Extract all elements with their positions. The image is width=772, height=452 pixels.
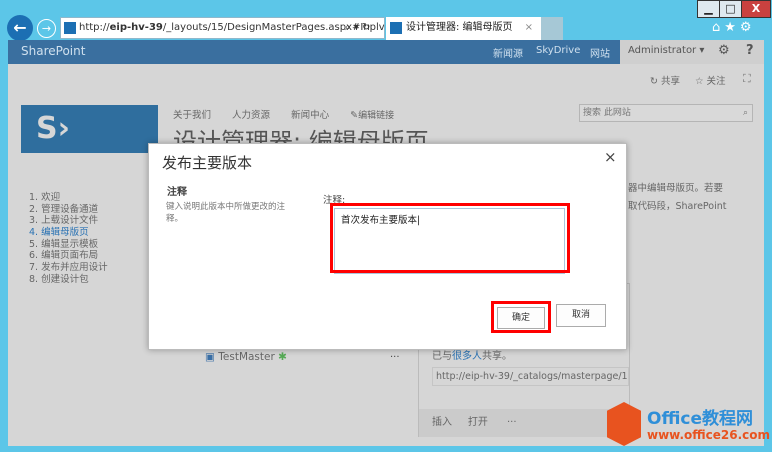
search-placeholder: 搜索 此网站 (583, 108, 631, 118)
link-newsfeed[interactable]: 新闻源 (493, 45, 523, 60)
url-host: eip-hv-39 (109, 22, 163, 33)
watermark-brand: Office教程网 (647, 409, 754, 429)
intro-line: 器中编辑母版页。若要 (628, 183, 724, 194)
user-area: Administrator ▾ ⚙ ? (620, 40, 764, 64)
insert-action[interactable]: 插入 (432, 417, 452, 428)
callout-actions: 插入 打开 ··· (419, 409, 629, 437)
publish-major-version-dialog: 发布主要版本 × 注释 键入说明此版本中所做更改的注释。 注释: 首次发布主要版… (148, 143, 627, 350)
sharepoint-favicon (390, 22, 402, 34)
url-prefix: http:// (79, 22, 110, 33)
intro-text: 器中编辑母版页。若要 取代码段，SharePoint (628, 180, 727, 216)
section-description: 键入说明此版本中所做更改的注释。 (166, 202, 286, 224)
tab-active[interactable]: 设计管理器: 编辑母版页 × (386, 17, 541, 40)
address-bar[interactable]: http://eip-hv-39/_layouts/15/DesignMaste… (60, 17, 385, 39)
search-box[interactable]: 搜索 此网站 ⌕ (579, 104, 753, 122)
office-logo (607, 402, 641, 446)
follow-label: 关注 (706, 76, 726, 87)
dialog-title: 发布主要版本 (162, 154, 253, 172)
more-actions[interactable]: ··· (507, 417, 517, 428)
forward-button[interactable]: → (37, 19, 56, 38)
step-item[interactable]: 7. 发布并应用设计 (29, 262, 108, 274)
shared-prefix: 已与 (432, 351, 452, 362)
nav-edit-links[interactable]: 编辑链接 (358, 111, 394, 121)
focus-icon[interactable]: ⛶ (743, 72, 751, 86)
watermark-url: www.office26.com (647, 428, 771, 442)
dialog-close-icon[interactable]: × (604, 148, 617, 166)
file-more-button[interactable]: ··· (390, 352, 400, 363)
cancel-button[interactable]: 取消 (556, 304, 606, 327)
link-skydrive[interactable]: SkyDrive (536, 45, 580, 56)
back-button[interactable]: ← (7, 15, 33, 41)
highlight-box (330, 203, 570, 273)
step-item-active[interactable]: 4. 编辑母版页 (29, 227, 108, 239)
share-label: 共享 (660, 76, 680, 87)
intro-line: 取代码段，SharePoint (628, 201, 727, 212)
step-item[interactable]: 2. 管理设备通道 (29, 204, 108, 216)
new-tab-button[interactable] (541, 17, 563, 40)
file-name: TestMaster (218, 351, 275, 363)
new-icon: ✱ (278, 351, 287, 363)
link-sites[interactable]: 网站 (590, 45, 610, 60)
open-action[interactable]: 打开 (468, 417, 488, 428)
search-icon[interactable]: ⌕ ▾ ↻ (345, 18, 370, 38)
user-menu[interactable]: Administrator ▾ (628, 45, 704, 56)
shared-suffix: 共享。 (482, 351, 512, 362)
minimize-button[interactable]: ▁ (697, 0, 720, 18)
gear-icon[interactable]: ⚙ (718, 43, 730, 58)
top-nav: 关于我们 人力资源 新闻中心 ✎编辑链接 (173, 110, 395, 121)
nav-about[interactable]: 关于我们 (173, 110, 211, 121)
step-item[interactable]: 8. 创建设计包 (29, 274, 108, 286)
home-star-gear-icons[interactable]: ⌂★⚙ (712, 20, 756, 35)
steps-nav: 1. 欢迎 2. 管理设备通道 3. 上载设计文件 4. 编辑母版页 5. 编辑… (29, 192, 108, 286)
step-item[interactable]: 3. 上载设计文件 (29, 215, 108, 227)
tab-title: 设计管理器: 编辑母版页 (406, 22, 513, 33)
search-icon[interactable]: ⌕ (743, 105, 748, 121)
watermark: Office教程网 www.office26.com (607, 400, 771, 448)
site-logo[interactable]: S› (21, 105, 158, 153)
file-icon: ▣ (205, 351, 215, 363)
callout-url-field[interactable]: http://eip-hv-39/_catalogs/masterpage/1 (432, 367, 629, 386)
share-button[interactable]: ↻ 共享 (650, 73, 680, 87)
file-item[interactable]: ▣ TestMaster ✱ (205, 351, 287, 363)
step-item[interactable]: 5. 编辑显示模板 (29, 239, 108, 251)
sharepoint-brand[interactable]: SharePoint (21, 44, 85, 58)
maximize-button[interactable]: □ (719, 0, 742, 18)
nav-news[interactable]: 新闻中心 (291, 110, 329, 121)
highlight-box (491, 301, 551, 333)
sharepoint-favicon (64, 22, 76, 34)
step-item[interactable]: 1. 欢迎 (29, 192, 108, 204)
close-window-button[interactable]: X (741, 0, 771, 18)
shared-people-link[interactable]: 很多人 (452, 351, 482, 362)
help-icon[interactable]: ? (746, 43, 754, 58)
follow-button[interactable]: ☆ 关注 (695, 73, 726, 87)
step-item[interactable]: 6. 编辑页面布局 (29, 250, 108, 262)
tab-close-icon[interactable]: × (525, 17, 533, 39)
section-heading: 注释 (167, 187, 187, 198)
nav-hr[interactable]: 人力资源 (232, 110, 270, 121)
